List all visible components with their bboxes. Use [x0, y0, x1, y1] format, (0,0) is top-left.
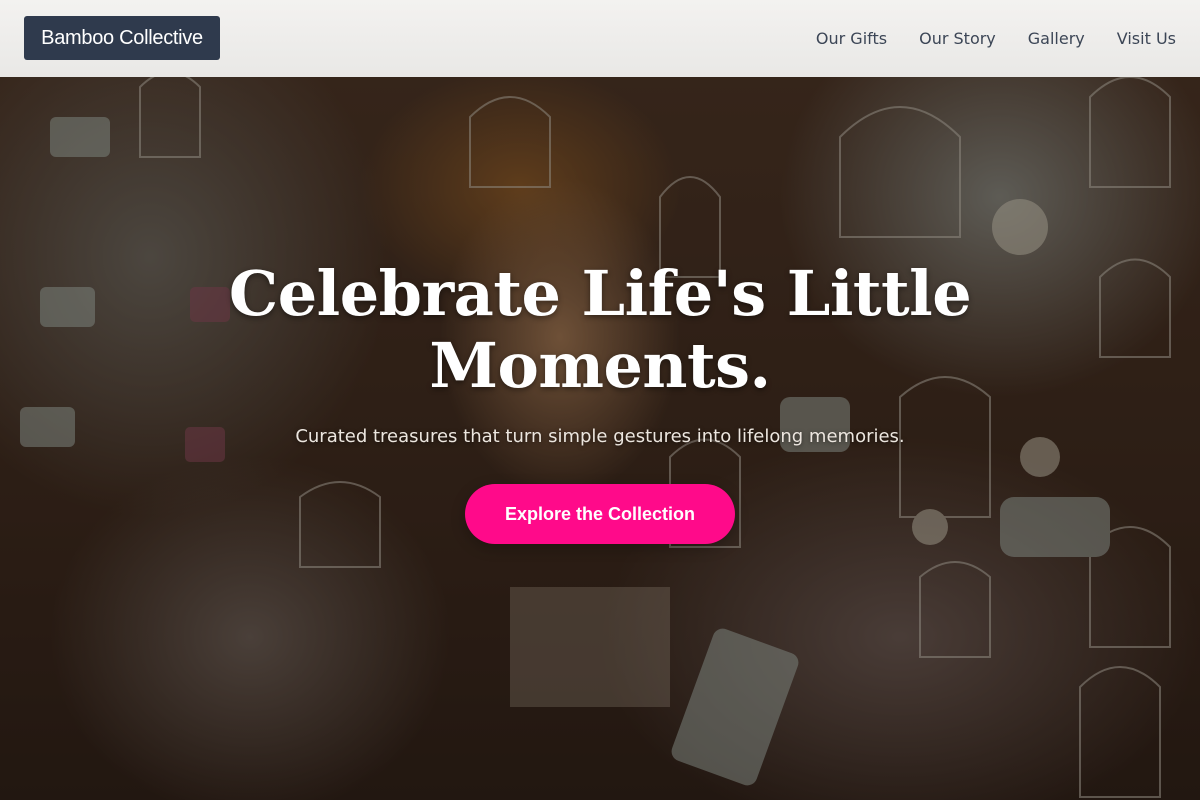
nav-gallery[interactable]: Gallery: [1028, 29, 1085, 48]
brand-logo[interactable]: Bamboo Collective: [24, 16, 220, 60]
nav-visit-us[interactable]: Visit Us: [1117, 29, 1176, 48]
nav-our-story[interactable]: Our Story: [919, 29, 996, 48]
hero-headline: Celebrate Life's Little Moments.: [228, 257, 972, 402]
main-nav: Our Gifts Our Story Gallery Visit Us: [816, 0, 1176, 77]
nav-our-gifts[interactable]: Our Gifts: [816, 29, 887, 48]
landing-page: Bamboo Collective Our Gifts Our Story Ga…: [0, 0, 1200, 800]
site-header: Bamboo Collective Our Gifts Our Story Ga…: [0, 0, 1200, 77]
hero-subheadline: Curated treasures that turn simple gestu…: [295, 426, 905, 447]
hero-content: Celebrate Life's Little Moments. Curated…: [0, 0, 1200, 800]
explore-collection-button[interactable]: Explore the Collection: [465, 484, 735, 544]
